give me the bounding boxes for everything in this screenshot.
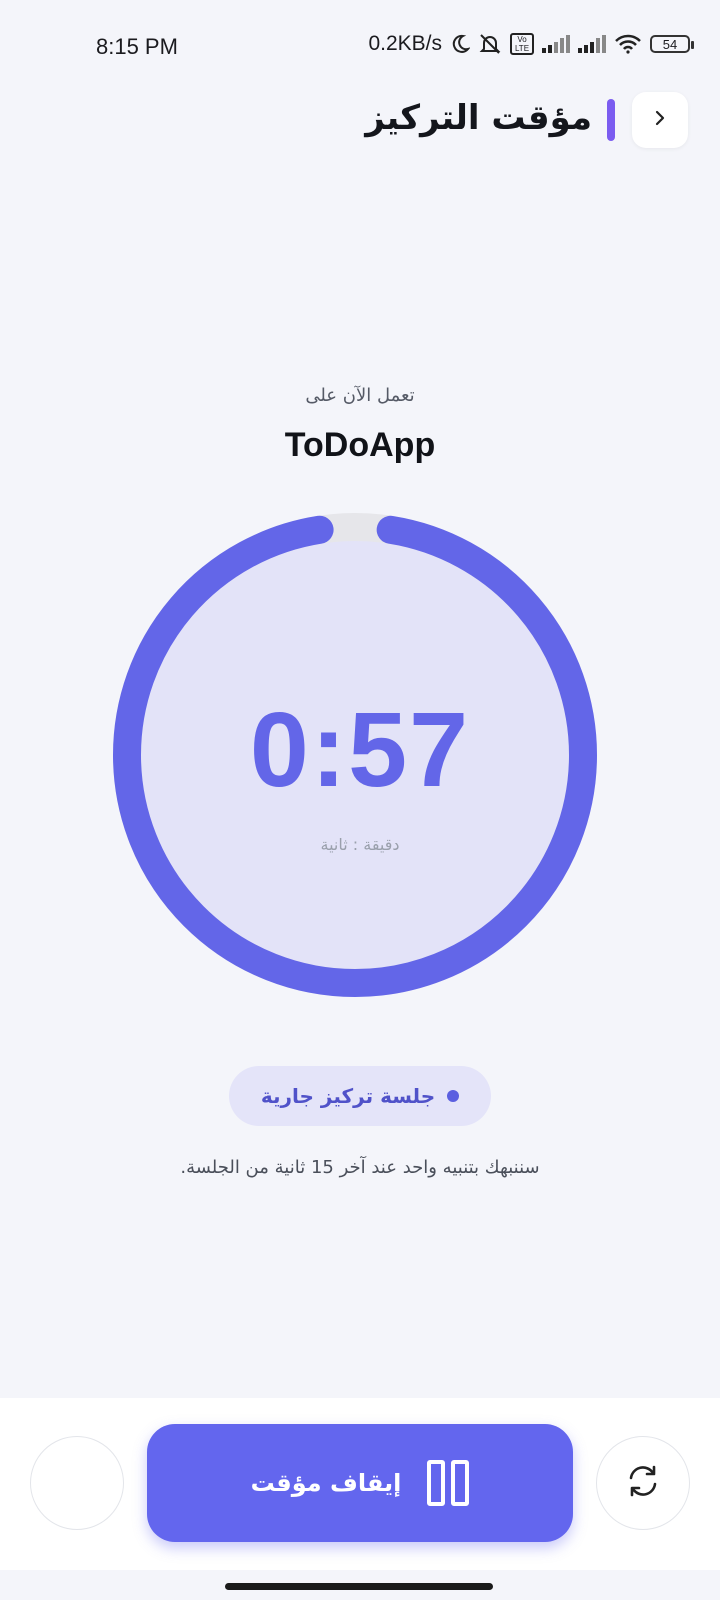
status-icons: 0.2KB/s Vo LTE 54: [368, 32, 694, 56]
page-title: مؤقت التركيز: [365, 98, 592, 138]
bell-off-icon: [478, 33, 502, 55]
app-header: مؤقت التركيز: [0, 92, 720, 150]
chevron-right-icon: [651, 109, 669, 131]
session-status-badge: جلسة تركيز جارية: [229, 1066, 491, 1126]
reset-button[interactable]: [596, 1436, 690, 1530]
signal-icon: [542, 35, 570, 53]
session-status-label: جلسة تركيز جارية: [260, 1084, 436, 1108]
pause-icon: [427, 1460, 470, 1506]
status-bar: 8:15 PM 0.2KB/s Vo LTE 54: [0, 0, 720, 92]
volte-icon: Vo LTE: [510, 33, 534, 55]
pause-button[interactable]: إيقاف مؤقت: [147, 1424, 573, 1542]
wifi-icon: [614, 34, 642, 54]
working-on-label: تعمل الآن على: [305, 385, 415, 406]
home-indicator: [225, 1583, 493, 1590]
back-button[interactable]: [632, 92, 688, 148]
project-name: ToDoApp: [284, 426, 436, 464]
moon-icon: [450, 34, 470, 54]
timer-unit-label: دقيقة : ثانية: [320, 835, 400, 854]
title-accent-bar: [607, 99, 615, 141]
network-speed: 0.2KB/s: [368, 32, 442, 55]
pause-button-label: إيقاف مؤقت: [250, 1469, 402, 1497]
timer-value: 0:57: [249, 691, 471, 809]
battery-icon: 54: [650, 35, 694, 53]
alert-note: سننبهك بتنبيه واحد عند آخر 15 ثانية من ا…: [180, 1157, 540, 1178]
empty-circle-button[interactable]: [30, 1436, 124, 1530]
refresh-icon: [624, 1462, 662, 1504]
battery-level: 54: [662, 36, 678, 52]
status-time: 8:15 PM: [96, 34, 178, 59]
signal-icon: [578, 35, 606, 53]
status-dot: [447, 1090, 460, 1102]
